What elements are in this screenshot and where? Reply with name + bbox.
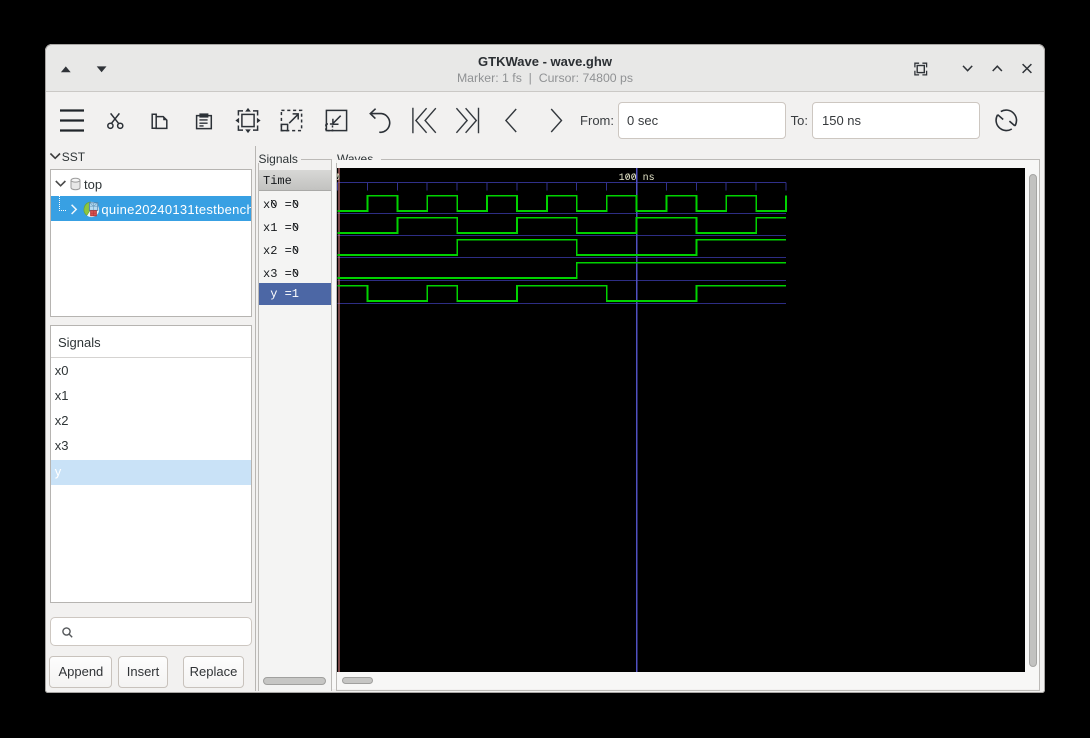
svg-text:100 ns: 100 ns xyxy=(619,173,655,184)
